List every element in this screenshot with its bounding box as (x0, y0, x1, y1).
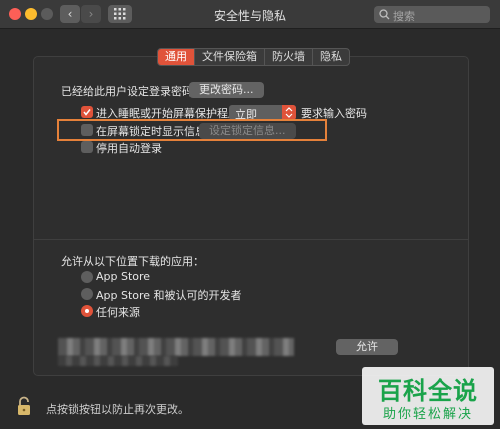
blurred-message (58, 338, 294, 356)
watermark-subtitle: 助你轻松解决 (382, 407, 473, 422)
checkmark-icon (83, 109, 91, 116)
radio-anywhere-label: 任何来源 (96, 306, 140, 319)
radio-app-store[interactable] (81, 271, 93, 283)
general-panel (33, 56, 469, 376)
radio-anywhere[interactable] (81, 305, 93, 317)
password-set-label: 已经给此用户设定登录密码 (61, 85, 193, 98)
radio-app-store-identified-label: App Store 和被认可的开发者 (96, 289, 242, 302)
require-password-delay-select[interactable]: 立即 (229, 105, 296, 121)
lock-button[interactable] (17, 396, 35, 419)
section-divider (33, 239, 469, 240)
watermark-logo: 百科全说 助你轻松解决 (362, 367, 494, 425)
watermark-title: 百科全说 (378, 377, 478, 405)
downloads-heading: 允许从以下位置下载的应用： (61, 255, 204, 268)
search-placeholder: 搜索 (393, 10, 415, 23)
radio-app-store-identified[interactable] (81, 288, 93, 300)
tab-bar: 通用 文件保险箱 防火墙 隐私 (157, 48, 350, 66)
highlight-annotation-box (57, 119, 327, 141)
disable-auto-login-checkbox[interactable] (81, 141, 93, 153)
tab-filevault[interactable]: 文件保险箱 (194, 49, 264, 65)
disable-auto-login-label: 停用自动登录 (96, 142, 162, 155)
tab-privacy[interactable]: 隐私 (312, 49, 349, 65)
stepper-arrows-icon (282, 105, 296, 120)
lock-hint-text: 点按锁按钮以防止再次更改。 (46, 403, 189, 416)
blurred-message-secondary (58, 356, 178, 366)
allow-button[interactable]: 允许 (336, 339, 398, 355)
lock-icon (18, 396, 30, 415)
title-bar: ‹ › 安全性与隐私 搜索 (0, 0, 500, 29)
search-field[interactable]: 搜索 (374, 6, 490, 23)
tab-firewall[interactable]: 防火墙 (264, 49, 312, 65)
change-password-button[interactable]: 更改密码... (189, 82, 264, 98)
require-password-checkbox[interactable] (81, 106, 93, 118)
radio-app-store-label: App Store (96, 270, 151, 283)
search-icon (379, 9, 390, 20)
tab-general[interactable]: 通用 (158, 49, 194, 65)
